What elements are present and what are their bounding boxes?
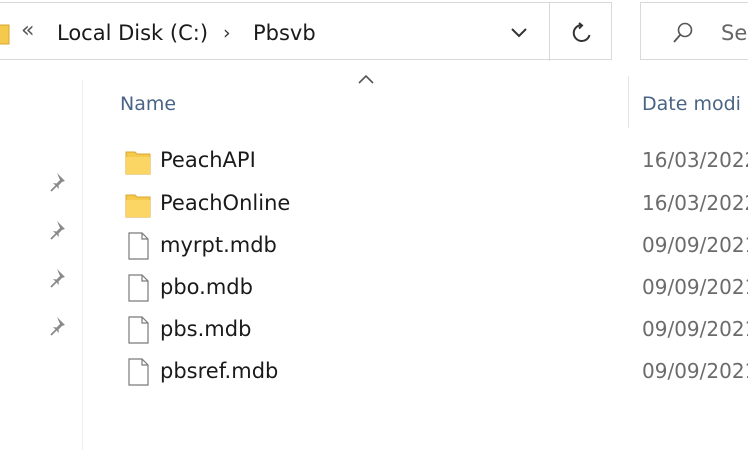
breadcrumb-separator[interactable]: › <box>223 18 231 48</box>
refresh-icon <box>572 22 591 42</box>
folder-icon <box>125 151 151 175</box>
address-divider <box>549 3 550 61</box>
file-name: pbo.mdb <box>160 275 253 299</box>
nav-pane-divider <box>82 80 83 450</box>
column-header-date-modified[interactable]: Date modi <box>642 90 741 118</box>
folder-icon <box>125 194 151 218</box>
list-item[interactable]: PeachOnline 16/03/2022 <box>110 183 748 223</box>
address-bar[interactable]: « Local Disk (C:) › Pbsvb <box>0 2 612 61</box>
pin-icon[interactable] <box>48 218 72 242</box>
search-icon <box>673 22 693 43</box>
file-name: myrpt.mdb <box>160 233 277 257</box>
list-item[interactable]: PeachAPI 16/03/2022 <box>110 140 748 180</box>
list-item[interactable]: pbs.mdb 09/09/2021 <box>110 309 748 349</box>
file-date: 09/09/2021 <box>642 233 748 257</box>
breadcrumb-local-disk[interactable]: Local Disk (C:) <box>57 18 208 48</box>
list-item[interactable]: pbsref.mdb 09/09/2021 <box>110 351 748 391</box>
column-header-name[interactable]: Name <box>120 90 176 118</box>
list-item[interactable]: pbo.mdb 09/09/2021 <box>110 267 748 307</box>
list-item[interactable]: myrpt.mdb 09/09/2021 <box>110 225 748 265</box>
file-date: 09/09/2021 <box>642 317 748 341</box>
file-date: 09/09/2021 <box>642 359 748 383</box>
pin-icon[interactable] <box>48 266 72 290</box>
file-icon <box>128 232 149 260</box>
pin-icon[interactable] <box>48 314 72 338</box>
refresh-button[interactable] <box>557 13 607 53</box>
breadcrumb-pbsvb[interactable]: Pbsvb <box>253 18 316 48</box>
file-name: PeachOnline <box>160 191 291 215</box>
column-separator[interactable] <box>628 76 629 128</box>
file-name: pbs.mdb <box>160 317 252 341</box>
navigation-pane <box>0 62 82 450</box>
sort-ascending-icon <box>358 74 374 84</box>
file-icon <box>128 316 149 344</box>
address-history-button[interactable] <box>497 13 541 53</box>
file-name: PeachAPI <box>160 148 256 172</box>
file-name: pbsref.mdb <box>160 359 279 383</box>
folder-icon <box>0 24 10 45</box>
search-box[interactable]: Se <box>640 2 748 60</box>
pin-icon[interactable] <box>48 170 72 194</box>
file-icon <box>128 358 149 386</box>
file-date: 09/09/2021 <box>642 275 748 299</box>
file-explorer-window: « Local Disk (C:) › Pbsvb Se Name Date m… <box>0 0 748 450</box>
file-date: 16/03/2022 <box>642 148 748 172</box>
search-input[interactable]: Se <box>721 18 747 48</box>
breadcrumb-overflow-button[interactable]: « <box>21 16 34 46</box>
file-icon <box>128 274 149 302</box>
file-date: 16/03/2022 <box>642 191 748 215</box>
chevron-down-icon <box>511 28 527 38</box>
